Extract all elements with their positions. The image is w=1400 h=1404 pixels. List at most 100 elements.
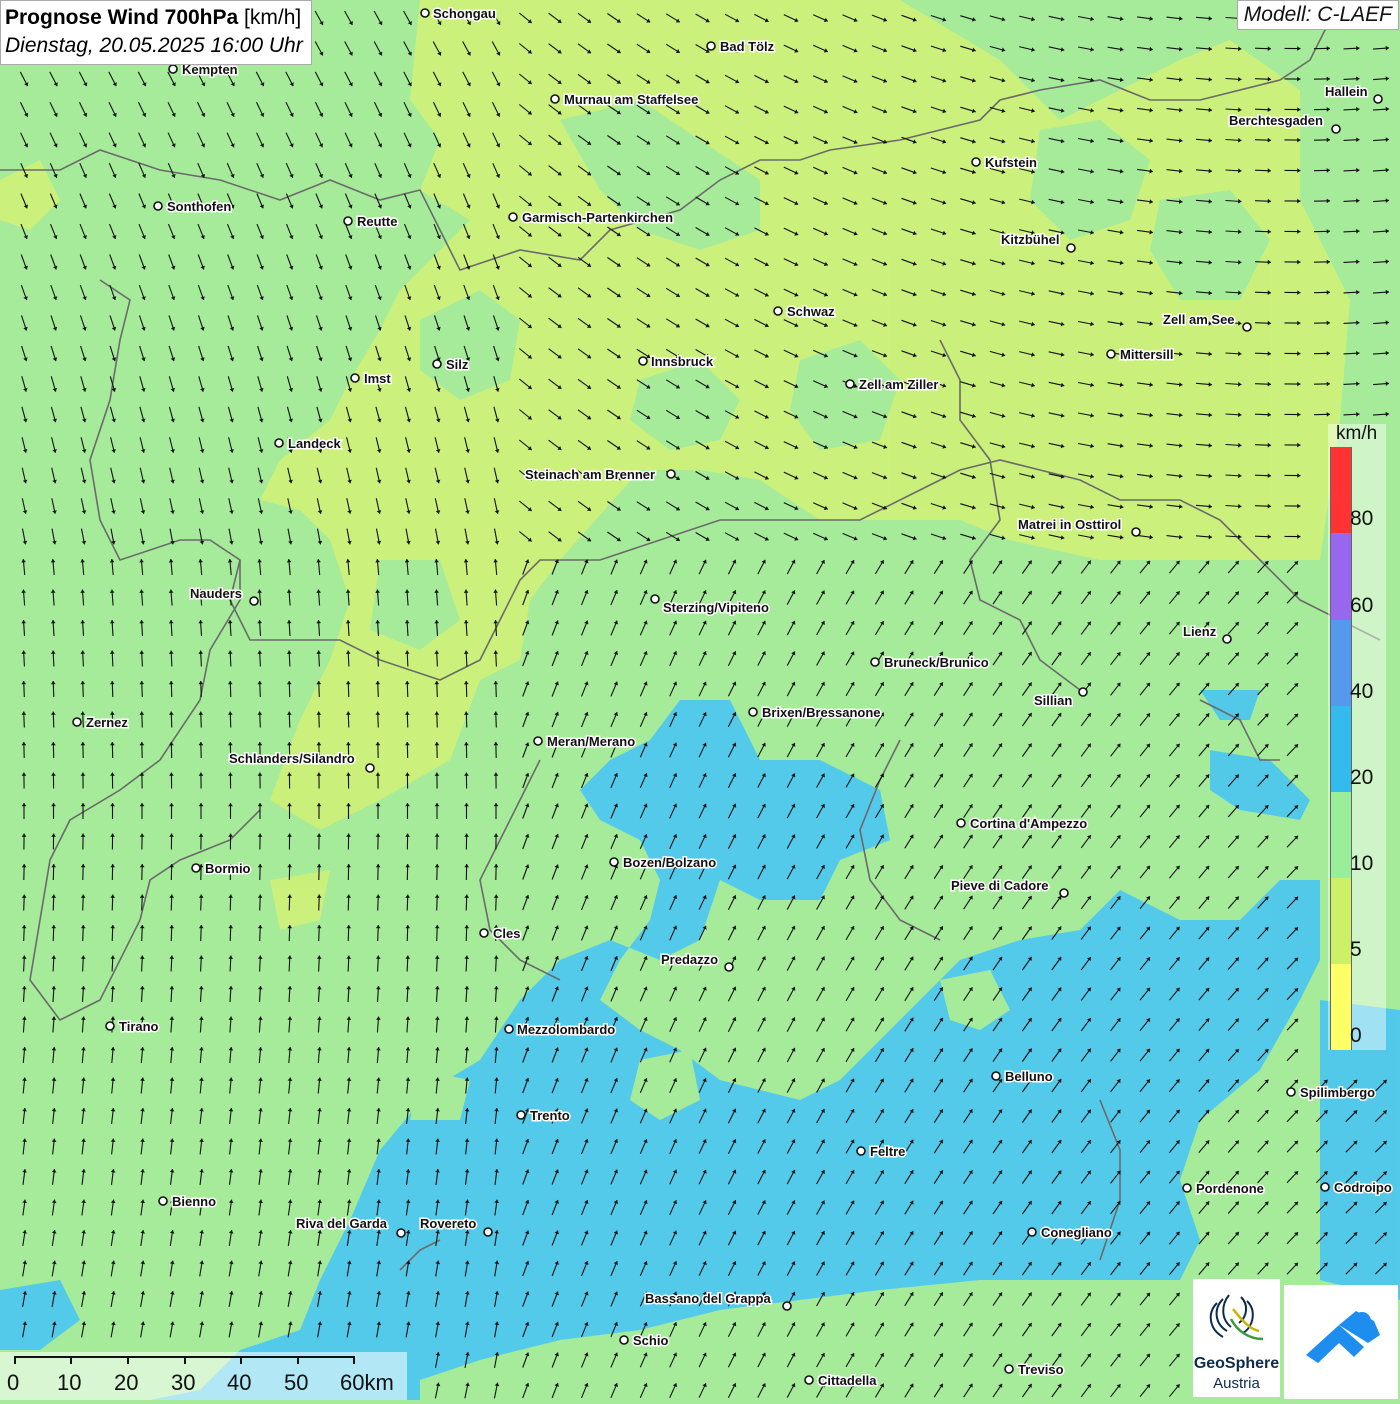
legend-band-60: [1330, 533, 1352, 620]
scale-label: 50: [284, 1370, 308, 1396]
city-label: Matrei in Osttirol: [1018, 517, 1121, 532]
city-label: Bormio: [205, 861, 251, 876]
city-label: Zernez: [86, 715, 128, 730]
city-marker: Spilimbergo: [1287, 1085, 1375, 1100]
city-label: Pieve di Cadore: [951, 878, 1049, 893]
legend-band-0: [1330, 964, 1352, 1050]
map-title-box: Prognose Wind 700hPa [km/h] Dienstag, 20…: [0, 0, 312, 65]
city-label: Predazzo: [661, 952, 718, 967]
legend-label-60: 60: [1350, 594, 1373, 618]
city-label: Bruneck/Brunico: [884, 655, 989, 670]
legend-label-20: 20: [1350, 766, 1373, 790]
city-label: Codroipo: [1334, 1180, 1392, 1195]
city-label: Sillian: [1034, 693, 1072, 708]
city-label: Zell am Ziller: [859, 377, 938, 392]
scale-bar: 0 10 20 30 40 50 60km: [0, 1352, 407, 1400]
city-label: Spilimbergo: [1300, 1085, 1375, 1100]
city-label: Silz: [446, 357, 469, 372]
city-label: Pordenone: [1196, 1181, 1264, 1196]
city-label: Cortina d'Ampezzo: [970, 816, 1087, 831]
city-label: Conegliano: [1041, 1225, 1112, 1240]
city-label: Cittadella: [818, 1373, 877, 1388]
city-label: Schwaz: [787, 304, 835, 319]
map-title: Prognose Wind 700hPa [km/h]: [5, 4, 303, 32]
city-marker: Conegliano: [1028, 1225, 1112, 1240]
city-marker: Bozen/Bolzano: [610, 855, 716, 870]
city-label: Rovereto: [420, 1216, 476, 1231]
city-label: Bad Tölz: [720, 39, 775, 54]
legend-label-40: 40: [1350, 680, 1373, 704]
logo-name: GeoSphere: [1193, 1355, 1280, 1373]
scale-label: 20: [114, 1370, 138, 1396]
city-label: Landeck: [288, 436, 342, 451]
city-label: Zell am See: [1163, 312, 1235, 327]
city-label: Reutte: [357, 214, 397, 229]
city-label: Bienno: [172, 1194, 216, 1209]
scale-tick: [70, 1356, 72, 1364]
city-marker: Schongau: [421, 6, 496, 21]
city-label: Trento: [530, 1108, 570, 1123]
legend-band-20: [1330, 706, 1352, 792]
city-label: Schlanders/Silandro: [229, 751, 355, 766]
city-marker: Murnau am Staffelsee: [551, 92, 698, 107]
city-label: Berchtesgaden: [1229, 113, 1323, 128]
city-marker: Pordenone: [1183, 1181, 1264, 1196]
scale-label: 0: [7, 1370, 19, 1396]
city-label: Tirano: [119, 1019, 159, 1034]
legend-band-80: [1330, 447, 1352, 533]
city-marker: Meran/Merano: [534, 734, 635, 749]
city-label: Garmisch-Partenkirchen: [522, 210, 673, 225]
app-logo[interactable]: [1284, 1285, 1398, 1399]
city-marker: Innsbruck: [639, 354, 714, 369]
city-label: Murnau am Staffelsee: [564, 92, 698, 107]
city-marker: Garmisch-Partenkirchen: [509, 210, 673, 225]
city-label: Feltre: [870, 1144, 905, 1159]
geosphere-logo[interactable]: GeoSphere Austria: [1193, 1279, 1280, 1397]
city-label: Mittersill: [1120, 347, 1173, 362]
city-label: Hallein: [1325, 84, 1368, 99]
scale-tick: [240, 1356, 242, 1364]
scale-tick: [127, 1356, 129, 1364]
city-label: Innsbruck: [651, 354, 714, 369]
city-label: Riva del Garda: [296, 1216, 388, 1231]
legend-label-0: 0: [1350, 1024, 1362, 1048]
legend-label-10: 10: [1350, 852, 1373, 876]
model-label: Modell: C-LAEF: [1237, 0, 1399, 30]
city-marker: Steinach am Brenner: [525, 467, 675, 482]
legend-band-40: [1330, 620, 1352, 706]
city-label: Nauders: [190, 586, 242, 601]
city-label: Schongau: [433, 6, 496, 21]
city-marker: Brixen/Bressanone: [749, 705, 881, 720]
city-label: Imst: [364, 371, 391, 386]
city-marker: Zell am Ziller: [846, 377, 938, 392]
city-label: Sonthofen: [167, 199, 231, 214]
legend-band-10: [1330, 792, 1352, 878]
city-marker: Bruneck/Brunico: [871, 655, 989, 670]
wind-map: Schongau Bad Tölz Kempten Murnau am Staf…: [0, 0, 1400, 1400]
scale-tick: [297, 1356, 299, 1364]
city-label: Schio: [633, 1333, 668, 1348]
city-label: Bozen/Bolzano: [623, 855, 716, 870]
scale-label: 60km: [340, 1370, 394, 1396]
city-label: Brixen/Bressanone: [762, 705, 881, 720]
city-label: Cles: [493, 926, 520, 941]
city-label: Kufstein: [985, 155, 1037, 170]
scale-tick: [184, 1356, 186, 1364]
scale-tick: [14, 1356, 16, 1364]
legend-label-80: 80: [1350, 507, 1373, 531]
city-label: Kitzbühel: [1001, 232, 1060, 247]
title-main: Prognose Wind 700hPa: [5, 6, 238, 29]
city-label: Meran/Merano: [547, 734, 635, 749]
city-marker: Cortina d'Ampezzo: [957, 816, 1087, 831]
scale-label: 10: [57, 1370, 81, 1396]
scale-label: 30: [171, 1370, 195, 1396]
city-label: Treviso: [1018, 1362, 1064, 1377]
title-unit: [km/h]: [244, 6, 301, 29]
weather-app-icon: [1284, 1285, 1398, 1399]
city-label: Lienz: [1183, 624, 1217, 639]
scale-tick: [353, 1356, 355, 1364]
logo-sub: Austria: [1193, 1375, 1280, 1392]
geosphere-emblem-icon: [1193, 1279, 1280, 1355]
city-marker: Mezzolombardo: [505, 1022, 615, 1037]
city-label: Bassano del Grappa: [645, 1291, 771, 1306]
